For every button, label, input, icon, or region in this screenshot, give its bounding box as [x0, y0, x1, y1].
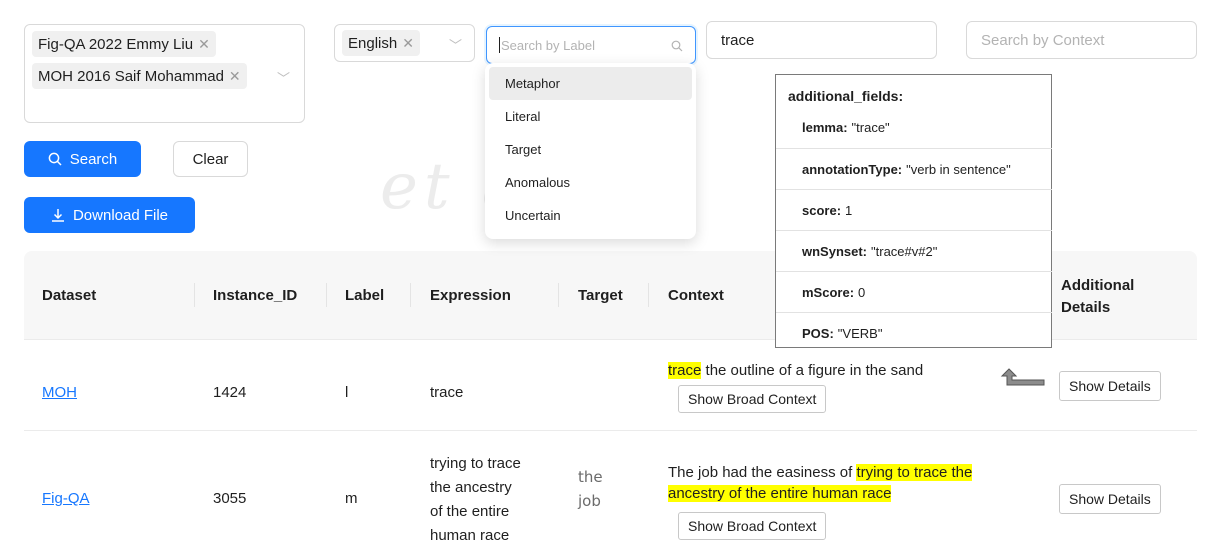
search-button[interactable]: Search [24, 141, 141, 177]
download-file-button[interactable]: Download File [24, 197, 195, 233]
expression-value: trying to trace the ancestry of the enti… [430, 452, 521, 548]
context-text: The job had the easiness of [668, 464, 857, 481]
dataset-tag-label: Fig-QA 2022 Emmy Liu [38, 35, 194, 53]
context-highlight: trace [668, 362, 702, 379]
field-value: "verb in sentence" [906, 161, 1011, 177]
context-text: the outline of a figure in the sand [701, 362, 924, 379]
field-key: mScore: [802, 284, 855, 300]
field-value: "VERB" [837, 325, 883, 341]
field-value: "trace" [851, 120, 890, 135]
label-search-input[interactable]: Search by Label [486, 26, 696, 64]
popup-field: lemma: "trace" [776, 107, 1052, 148]
field-key: wnSynset: [802, 243, 868, 259]
download-icon [51, 209, 64, 222]
column-divider [558, 283, 559, 307]
field-key: score: [802, 202, 842, 218]
expression-search-value: trace [721, 31, 755, 49]
context-search-input[interactable]: Search by Context [966, 21, 1197, 59]
show-broad-context-button[interactable]: Show Broad Context [678, 512, 827, 540]
popup-field: POS: "VERB" [776, 312, 1052, 353]
label-dropdown: Metaphor Literal Target Anomalous Uncert… [485, 63, 696, 239]
expression-line: trying to trace [430, 455, 521, 472]
field-key: lemma: [802, 120, 848, 135]
column-header-dataset[interactable]: Dataset [42, 287, 96, 304]
label-value: l [345, 384, 349, 401]
show-details-button[interactable]: Show Details [1059, 371, 1161, 401]
expression-search-input[interactable]: trace [706, 21, 937, 59]
field-value: 0 [858, 284, 866, 300]
column-header-context[interactable]: Context [668, 287, 724, 304]
language-select[interactable]: English ✕ ﹀ [334, 24, 475, 62]
dropdown-option-literal[interactable]: Literal [489, 100, 692, 133]
field-key: annotationType: [802, 161, 903, 177]
expression-value: trace [430, 384, 464, 401]
target-value: the job [578, 465, 603, 513]
dataset-tag: Fig-QA 2022 Emmy Liu ✕ [32, 31, 216, 57]
popup-field: mScore: 0 [776, 271, 1052, 312]
column-header-label[interactable]: Label [345, 287, 384, 304]
dataset-select[interactable]: Fig-QA 2022 Emmy Liu ✕ MOH 2016 Saif Moha… [24, 24, 305, 123]
column-header-expression[interactable]: Expression [430, 287, 511, 304]
label-value: m [345, 490, 358, 507]
context-value: trace the outline of a figure in the san… [668, 362, 998, 379]
search-icon [48, 152, 62, 166]
column-header-instance-id[interactable]: Instance_ID [213, 287, 297, 304]
column-divider [194, 283, 195, 307]
show-details-button[interactable]: Show Details [1059, 484, 1161, 514]
expression-line: the ancestry [430, 479, 512, 496]
context-value: The job had the easiness of trying to tr… [668, 462, 1028, 504]
dataset-link[interactable]: MOH [42, 384, 77, 401]
context-search-placeholder: Search by Context [981, 31, 1105, 49]
field-key: POS: [802, 325, 834, 341]
return-arrow-icon [1000, 368, 1045, 386]
target-line: job [578, 492, 601, 510]
popup-field: wnSynset: "trace#v#2" [776, 230, 1052, 271]
instance-id: 1424 [213, 384, 247, 401]
instance-id: 3055 [213, 490, 247, 507]
field-value: "trace#v#2" [871, 243, 938, 259]
language-tag-label: English [348, 34, 398, 52]
close-icon[interactable]: ✕ [229, 68, 241, 85]
search-button-label: Search [69, 150, 118, 168]
show-broad-context-button[interactable]: Show Broad Context [678, 385, 827, 413]
header-line: Additional [1061, 277, 1135, 294]
context-highlight: trying to trace the [856, 464, 973, 481]
chevron-down-icon[interactable]: ﹀ [449, 35, 462, 54]
chevron-down-icon[interactable]: ﹀ [277, 68, 290, 87]
field-value: 1 [845, 202, 853, 218]
close-icon[interactable]: ✕ [402, 35, 414, 52]
dropdown-option-target[interactable]: Target [489, 133, 692, 166]
dropdown-option-metaphor[interactable]: Metaphor [489, 67, 692, 100]
header-line: Details [1061, 299, 1111, 316]
download-file-label: Download File [72, 206, 169, 224]
row-divider [24, 430, 1197, 431]
column-divider [410, 283, 411, 307]
popup-field: score: 1 [776, 189, 1052, 230]
popup-field: annotationType: "verb in sentence" [776, 148, 1052, 189]
context-highlight: ancestry of the entire human race [668, 485, 892, 502]
expression-line: of the entire [430, 503, 510, 520]
column-header-additional-details[interactable]: Additional Details [1061, 275, 1134, 319]
target-line: the [578, 468, 603, 486]
text-cursor [499, 37, 500, 53]
language-tag: English ✕ [342, 30, 420, 56]
dropdown-option-anomalous[interactable]: Anomalous [489, 166, 692, 199]
popup-title: additional_fields: [788, 88, 904, 104]
column-divider [648, 283, 649, 307]
dataset-tag-label: MOH 2016 Saif Mohammad [38, 67, 224, 85]
label-search-placeholder: Search by Label [501, 37, 595, 53]
additional-fields-popup: additional_fields: lemma: "trace" annotat… [775, 74, 1052, 348]
clear-button[interactable]: Clear [173, 141, 248, 177]
expression-line: human race [430, 527, 510, 544]
column-divider [326, 283, 327, 307]
search-icon [671, 40, 683, 52]
dropdown-option-uncertain[interactable]: Uncertain [489, 199, 692, 232]
dataset-link[interactable]: Fig-QA [42, 490, 90, 507]
close-icon[interactable]: ✕ [198, 36, 210, 53]
clear-button-label: Clear [192, 150, 229, 168]
dataset-tag: MOH 2016 Saif Mohammad ✕ [32, 63, 247, 89]
column-header-target[interactable]: Target [578, 287, 623, 304]
